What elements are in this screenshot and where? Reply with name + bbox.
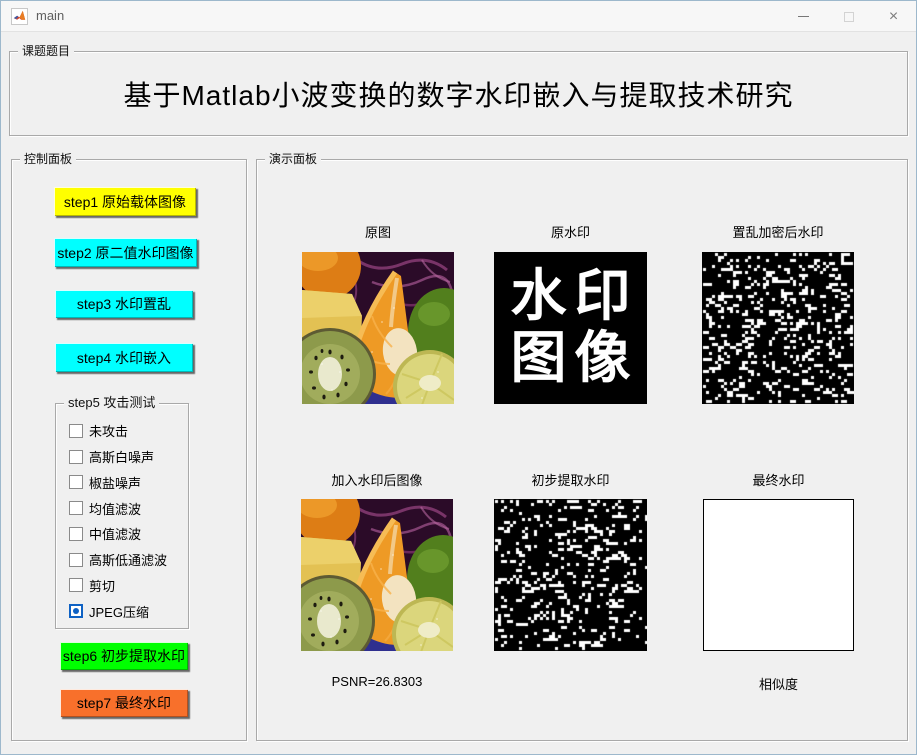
radio-median-filter[interactable]: 中值滤波 — [69, 524, 188, 543]
watermarked-image — [301, 499, 453, 651]
step4-embed-button[interactable]: step4 水印嵌入 — [55, 343, 193, 372]
final-watermark-image — [703, 499, 854, 651]
maximize-icon[interactable] — [826, 1, 871, 32]
radio-icon — [69, 449, 83, 464]
radio-label: 椒盐噪声 — [89, 475, 142, 491]
app-window: main × 课题题目 基于Matlab小波变换的数字水印嵌入与提取技术研究 控… — [0, 0, 917, 755]
close-icon[interactable]: × — [871, 1, 916, 32]
caption-scrambled-watermark: 置乱加密后水印 — [732, 225, 824, 240]
radio-mean-filter[interactable]: 均值滤波 — [69, 499, 188, 518]
radio-crop[interactable]: 剪切 — [69, 576, 188, 595]
radio-no-attack[interactable]: 未攻击 — [69, 421, 188, 440]
psnr-value: PSNR=26.8303 — [331, 674, 423, 689]
radio-icon — [69, 501, 83, 516]
radio-gaussian-white-noise[interactable]: 高斯白噪声 — [69, 447, 188, 466]
caption-original-watermark: 原水印 — [550, 225, 590, 240]
attack-test-group: step5 攻击测试 未攻击 高斯白噪声 椒盐噪声 均值滤波 中值滤波 高斯低通… — [55, 395, 189, 629]
radio-salt-pepper-noise[interactable]: 椒盐噪声 — [69, 473, 188, 492]
caption-extracted-watermark: 初步提取水印 — [531, 473, 610, 488]
project-title-panel-label: 课题题目 — [18, 43, 75, 59]
minimize-icon[interactable] — [781, 1, 826, 32]
titlebar: main × — [1, 1, 916, 32]
attack-option-list: 未攻击 高斯白噪声 椒盐噪声 均值滤波 中值滤波 高斯低通滤波 剪切 JPEG压… — [56, 418, 188, 624]
caption-original-image: 原图 — [364, 225, 391, 240]
radio-icon — [69, 526, 83, 541]
radio-label: 未攻击 — [89, 424, 129, 440]
radio-label: 中值滤波 — [89, 527, 142, 543]
step7-final-watermark-button[interactable]: step7 最终水印 — [60, 689, 188, 717]
control-panel-label: 控制面板 — [20, 151, 77, 167]
window-controls: × — [781, 1, 916, 32]
scrambled-watermark-image — [702, 252, 854, 404]
watermark-text-line1: 水印 — [510, 266, 639, 328]
fruits-photo-watermarked — [301, 499, 453, 651]
similarity-label: 相似度 — [758, 677, 798, 692]
demo-panel-label: 演示面板 — [265, 151, 322, 167]
radio-gaussian-lowpass-filter[interactable]: 高斯低通滤波 — [69, 550, 188, 569]
caption-final-watermark: 最终水印 — [752, 473, 805, 488]
radio-icon — [69, 423, 83, 438]
step3-scramble-button[interactable]: step3 水印置乱 — [55, 290, 193, 318]
caption-watermarked-image: 加入水印后图像 — [331, 473, 423, 488]
step6-extract-button[interactable]: step6 初步提取水印 — [60, 642, 188, 670]
window-title: main — [36, 8, 65, 23]
page-title: 基于Matlab小波变换的数字水印嵌入与提取技术研究 — [123, 79, 794, 111]
radio-icon — [69, 604, 83, 619]
original-watermark-image: 水印 图像 — [494, 252, 647, 404]
demo-panel: 演示面板 原图 原水印 置乱加密后水印 加入水印后图像 初步提取水印 最终水印 — [256, 151, 908, 741]
radio-label: JPEG压缩 — [89, 604, 149, 620]
attack-test-group-label: step5 攻击测试 — [64, 395, 160, 411]
step2-binary-watermark-button[interactable]: step2 原二值水印图像 — [54, 238, 197, 267]
step1-original-image-button[interactable]: step1 原始载体图像 — [54, 187, 196, 216]
radio-jpeg-compression[interactable]: JPEG压缩 — [69, 602, 188, 621]
extracted-watermark-image — [494, 499, 647, 651]
project-title-panel: 课题题目 基于Matlab小波变换的数字水印嵌入与提取技术研究 — [9, 43, 908, 136]
radio-icon — [69, 578, 83, 593]
original-image — [302, 252, 454, 404]
radio-label: 高斯低通滤波 — [89, 553, 168, 569]
radio-icon — [69, 475, 83, 490]
fruits-photo — [302, 252, 454, 404]
control-panel: 控制面板 step1 原始载体图像 step2 原二值水印图像 step3 水印… — [11, 151, 247, 741]
radio-label: 均值滤波 — [89, 501, 142, 517]
radio-label: 剪切 — [89, 578, 116, 594]
watermark-text-line2: 图像 — [510, 328, 639, 390]
radio-label: 高斯白噪声 — [89, 450, 155, 466]
matlab-app-icon — [11, 8, 28, 25]
radio-icon — [69, 552, 83, 567]
